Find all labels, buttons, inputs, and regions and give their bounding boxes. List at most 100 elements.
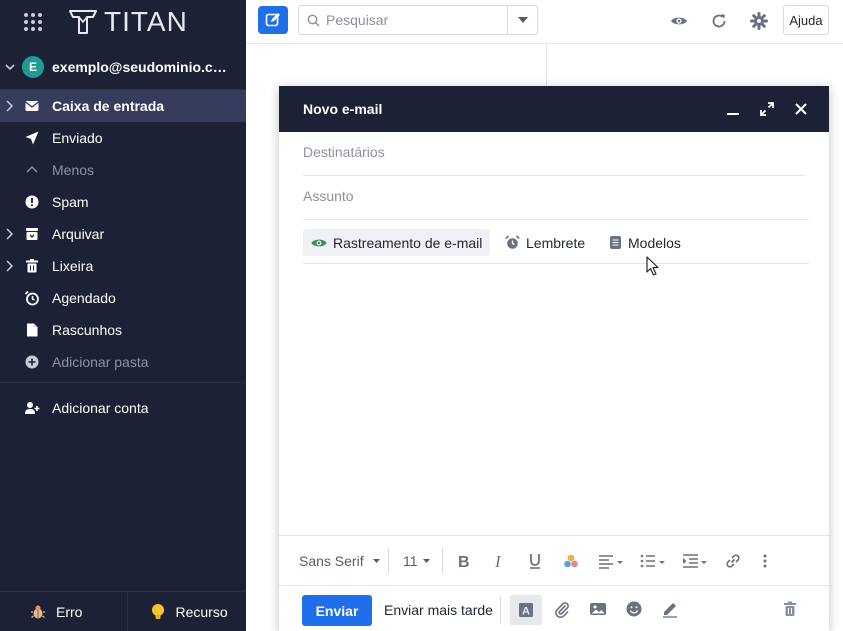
templates-label: Modelos [628,234,681,251]
top-toolbar: Ajuda [246,0,843,44]
chevron-down-icon[interactable] [2,62,18,72]
sidebar-item-label: Arquivar [52,226,105,242]
email-tracking-label: Rastreamento de e-mail [333,234,483,251]
text-color-icon[interactable] [563,552,579,570]
signature-pen-icon[interactable] [661,600,679,618]
chevron-right-icon[interactable] [4,99,14,116]
send-later-button[interactable]: Enviar mais tarde [384,602,493,618]
inbox-icon [24,98,40,114]
sidebar-item-label: Lixeira [52,258,94,274]
eye-icon[interactable] [670,12,688,30]
gear-icon[interactable] [750,12,768,30]
minimize-icon[interactable] [725,101,741,117]
sidebar-item-add-folder[interactable]: Adicionar pasta [0,346,246,378]
template-document-icon [610,236,621,249]
recipients-field[interactable] [303,132,805,176]
bold-icon[interactable]: B [457,552,471,570]
font-size-select[interactable]: 11 [403,552,430,570]
caret-down-icon [422,559,430,563]
compose-window: Novo e-mail Rastreamento de e-mail Lembr… [279,86,829,631]
bug-icon [31,605,45,618]
discard-trash-icon[interactable] [781,600,799,618]
sidebar-item-sent[interactable]: Enviado [0,122,246,154]
folder-list: Caixa de entrada Enviado Menos Spam Arqu… [0,90,246,378]
send-icon [24,130,40,146]
svg-text:B: B [458,554,470,570]
link-icon[interactable] [724,552,742,570]
sidebar-item-archive[interactable]: Arquivar [0,218,246,250]
mouse-cursor-icon [646,256,659,276]
sidebar-divider [0,382,246,383]
scheduled-clock-icon [24,290,40,306]
more-options-icon[interactable] [762,552,768,570]
sidebar: TITAN E exemplo@seudominio.co... Caixa d… [0,0,246,631]
sidebar-item-label: Caixa de entrada [52,98,165,114]
feature-button[interactable]: Recurso [126,592,247,631]
list-icon[interactable] [640,552,666,570]
sidebar-item-label: Agendado [52,290,116,306]
insert-image-icon[interactable] [589,600,607,618]
compose-options-row: Rastreamento de e-mail Lembrete Modelos [303,219,809,264]
expand-icon[interactable] [759,101,775,117]
caret-down-icon [517,17,528,23]
help-button[interactable]: Ajuda [783,5,829,35]
underline-icon[interactable] [528,552,542,570]
add-folder-icon [24,354,40,370]
email-tracking-button[interactable]: Rastreamento de e-mail [303,229,491,256]
sidebar-item-spam[interactable]: Spam [0,186,246,218]
add-account-button[interactable]: Adicionar conta [0,392,246,424]
reminder-button[interactable]: Lembrete [497,229,593,256]
emoji-icon[interactable] [625,600,643,618]
add-user-icon [24,400,40,416]
message-body-editor[interactable] [303,266,805,534]
sidebar-item-inbox[interactable]: Caixa de entrada [0,90,246,122]
compose-title: Novo e-mail [303,101,383,117]
subject-input[interactable] [303,188,809,204]
chevron-right-icon[interactable] [4,259,14,276]
logo-text: TITAN [104,6,188,37]
compose-button[interactable] [258,6,288,34]
tracking-eye-icon [311,239,327,246]
close-icon[interactable] [793,101,809,117]
font-family-select[interactable]: Sans Serif [299,552,380,570]
search-box[interactable] [298,5,538,35]
compose-action-bar: Enviar Enviar mais tarde A [279,585,829,631]
drafts-icon [24,322,40,338]
search-input[interactable] [326,12,496,28]
indent-icon[interactable] [682,552,708,570]
sidebar-item-label: Adicionar pasta [52,354,149,370]
account-row[interactable]: E exemplo@seudominio.co... [0,44,246,90]
reminder-label: Lembrete [526,234,586,251]
search-options-dropdown[interactable] [507,6,537,34]
app-grid-icon[interactable] [24,13,42,31]
refresh-icon[interactable] [710,12,728,30]
recipients-input[interactable] [303,144,805,160]
text-format-icon: A [519,603,533,618]
spam-icon [24,194,40,210]
trash-icon [24,258,40,274]
avatar: E [22,55,44,78]
align-icon[interactable] [598,552,624,570]
error-button[interactable]: Erro [0,592,127,631]
sidebar-item-label: Menos [52,162,95,178]
add-account-label: Adicionar conta [52,400,149,416]
action-separator [500,596,501,624]
chevron-right-icon[interactable] [4,227,14,244]
italic-icon[interactable]: I [493,552,507,570]
text-format-toggle-button[interactable]: A [510,595,542,625]
sidebar-item-scheduled[interactable]: Agendado [0,282,246,314]
attachment-icon[interactable] [553,600,571,618]
compose-header: Novo e-mail [279,86,829,132]
send-button[interactable]: Enviar [302,595,372,626]
sidebar-item-drafts[interactable]: Rascunhos [0,314,246,346]
feature-label: Recurso [175,603,228,620]
subject-field[interactable] [303,176,809,220]
sidebar-item-trash[interactable]: Lixeira [0,250,246,282]
sidebar-item-label: Rascunhos [52,322,123,338]
sidebar-item-less[interactable]: Menos [0,154,246,186]
font-family-value: Sans Serif [299,553,364,569]
font-size-value: 11 [403,553,418,569]
sidebar-top: TITAN [0,0,246,44]
templates-button[interactable]: Modelos [601,229,689,256]
sidebar-item-label: Spam [52,194,89,210]
